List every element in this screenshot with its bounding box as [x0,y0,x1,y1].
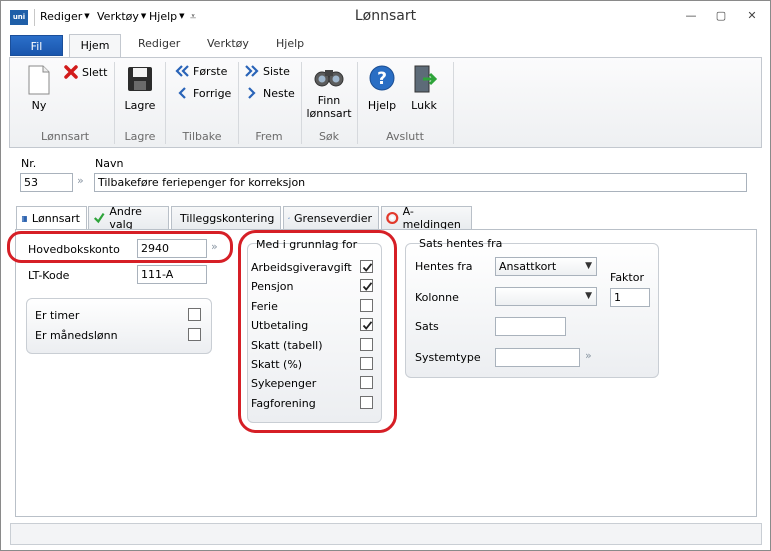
exit-door-icon [414,65,438,93]
systemtype-input[interactable] [495,348,580,367]
help-button[interactable]: ? Hjelp [366,64,398,112]
tab-label: Hjem [80,39,110,52]
kolonne-select[interactable]: ▼ [495,287,597,306]
title-bar: uni Rediger ▼ Verktøy ▼ Hjelp ▼ ⩡ Lønnsart … [1,1,770,33]
button-label: Lukk [411,99,437,112]
chevron-down-icon: ▼ [585,261,592,271]
flags-group [26,298,212,354]
lookup-chevron-icon[interactable]: » [77,174,84,187]
close-lukk-button[interactable]: Lukk [408,64,440,112]
kolonne-label: Kolonne [415,291,459,304]
close-icon[interactable]: ✕ [743,9,761,23]
hentes-fra-select[interactable]: Ansattkort ▼ [495,257,597,276]
tab-grenseverdier[interactable]: Grenseverdier [283,206,379,229]
button-label: Hjelp [367,99,397,112]
next-button[interactable]: Neste [244,86,295,100]
ltkode-label: LT-Kode [28,269,70,282]
group-label-lonnsart: Lønnsart [40,130,90,143]
tab-lonnsart[interactable]: Lønnsart [16,206,87,230]
maximize-icon[interactable]: ▢ [712,9,730,23]
hentes-fra-label: Hentes fra [415,260,473,273]
tab-rediger[interactable]: Rediger [138,37,180,50]
nr-label: Nr. [21,157,37,170]
first-button[interactable]: Første [174,64,227,78]
tab-label: Tilleggskontering [180,211,275,225]
faktor-input[interactable]: 1 [610,288,650,307]
button-label: Slett [82,65,108,79]
button-label: Lagre [124,99,156,112]
sats-label: Sats [415,320,439,333]
er-timer-label: Er timer [35,309,80,322]
book-icon [21,215,27,222]
group-label-tilbake: Tilbake [182,130,222,143]
lookup-chevron-icon[interactable]: » [585,349,592,362]
faktor-label: Faktor [610,271,644,284]
find-lonnsart-button[interactable]: Finn lønnsart [304,64,354,120]
help-question-icon: ? [369,65,395,91]
double-chevron-left-icon [175,65,189,77]
navn-input[interactable]: Tilbakeføre feriepenger for korreksjon [94,173,747,192]
previous-button[interactable]: Forrige [174,86,231,100]
chevron-down-icon: ▼ [585,291,592,301]
group-label-sok: Søk [318,130,340,143]
group-separator [453,62,454,144]
double-chevron-right-icon [245,65,259,77]
svg-text:?: ? [377,69,387,89]
delete-x-icon [64,65,78,79]
select-value: Ansattkort [499,260,557,273]
er-timer-checkbox[interactable] [188,308,201,321]
group-label-lagre: Lagre [124,130,156,143]
tab-file[interactable]: Fil [10,35,63,56]
window-title: Lønnsart [354,8,417,24]
button-label: Ny [31,99,47,112]
new-button[interactable]: Ny [24,64,54,112]
save-disk-icon [128,67,152,91]
er-manedslonn-checkbox[interactable] [188,328,201,341]
main-window: uni Rediger ▼ Verktøy ▼ Hjelp ▼ ⩡ Lønnsart … [0,0,771,551]
tab-andre-valg[interactable]: Andre valg [88,205,169,231]
highlight-oval [7,231,233,263]
tab-tilleggskontering[interactable]: Tilleggskontering [171,206,281,229]
lifebuoy-icon [386,211,399,225]
sats-input[interactable] [495,317,566,336]
button-label: Forrige [193,86,232,100]
tab-verktoy[interactable]: Verktøy [207,37,249,50]
chevron-right-icon [248,87,256,99]
minimize-icon[interactable]: — [682,9,700,23]
tab-label: Andre valg [109,205,142,231]
group-label-avslutt: Avslutt [386,130,424,143]
new-document-icon [28,65,50,95]
delete-button[interactable]: Slett [63,64,107,80]
er-manedslonn-label: Er månedslønn [35,329,118,342]
ribbon-panel: Ny Slett Lønnsart Lagre Lagre Første For… [9,57,762,148]
button-label: Siste [263,64,290,78]
tab-hjem[interactable]: Hjem [69,34,121,58]
tab-a-meldingen[interactable]: A-meldingen [381,205,472,231]
tab-hjelp[interactable]: Hjelp [276,37,304,50]
nr-input[interactable]: 53 [20,173,73,192]
last-button[interactable]: Siste [244,64,290,78]
sats-title: Sats hentes fra [419,237,503,250]
button-label: Første [193,64,228,78]
checkmark-icon [93,212,105,224]
button-label: lønnsart [306,107,352,120]
group-separator [114,62,115,144]
binoculars-icon [314,70,344,87]
tab-label: A-meldingen [402,205,461,231]
navn-label: Navn [95,157,124,170]
systemtype-label: Systemtype [415,351,481,364]
ltkode-input[interactable]: 111-A [137,265,207,284]
tab-label: Lønnsart [31,212,80,225]
group-label-frem: Frem [255,130,283,143]
chevron-left-icon [178,87,186,99]
tab-label: Grenseverdier [294,211,372,225]
highlight-oval [238,230,397,433]
status-bar [10,523,762,545]
button-label: Finn [317,94,341,107]
button-label: Neste [263,86,295,100]
save-button[interactable]: Lagre [120,64,160,112]
bar-levels-icon [288,217,290,219]
